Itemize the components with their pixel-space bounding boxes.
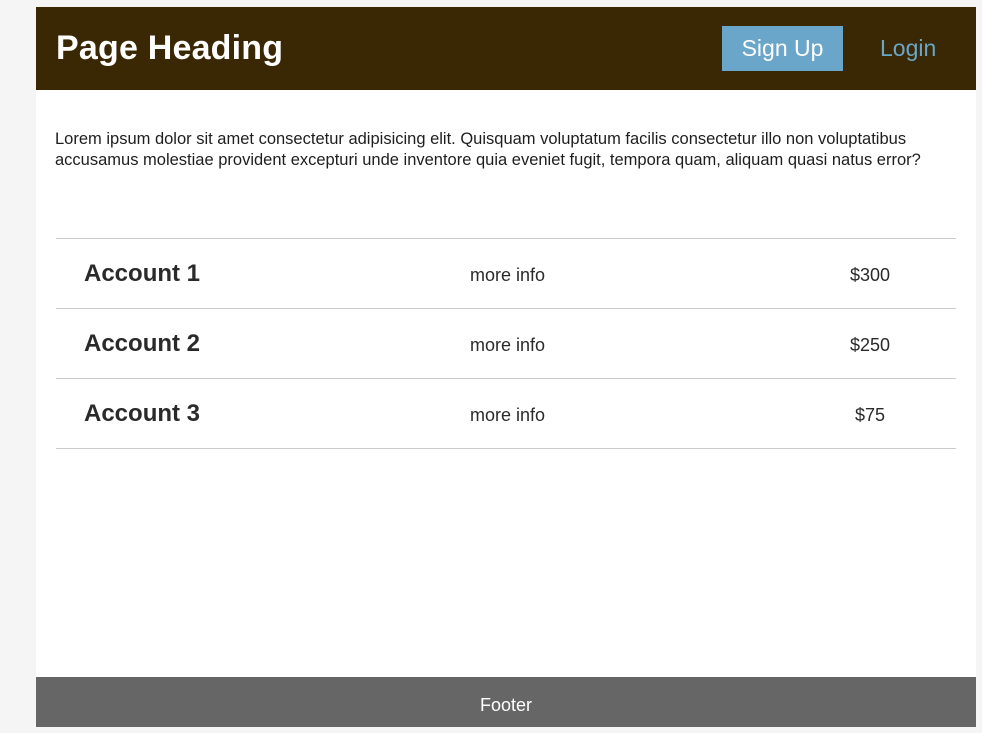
page-title: Page Heading [56,29,284,67]
account-name: Account 3 [84,400,201,427]
more-info-link[interactable]: more info [470,379,545,448]
page-container: Page Heading Sign Up Login Lorem ipsum d… [36,7,976,727]
more-info-link[interactable]: more info [470,239,545,308]
account-row: Account 1 more info $300 [56,239,956,309]
account-name: Account 2 [84,330,201,357]
account-amount: $300 [849,265,891,285]
accounts-list: Account 1 more info $300 Account 2 more … [56,238,956,449]
signup-button[interactable]: Sign Up [722,26,843,71]
account-row: Account 3 more info $75 [56,379,956,449]
account-row: Account 2 more info $250 [56,309,956,379]
account-amount: $75 [854,405,886,425]
footer: Footer [36,677,976,727]
account-amount: $250 [849,335,891,355]
header-bar: Page Heading Sign Up Login [36,7,976,90]
intro-paragraph: Lorem ipsum dolor sit amet consectetur a… [55,130,921,169]
login-link[interactable]: Login [880,26,936,71]
account-name: Account 1 [84,260,201,287]
more-info-link[interactable]: more info [470,309,545,378]
